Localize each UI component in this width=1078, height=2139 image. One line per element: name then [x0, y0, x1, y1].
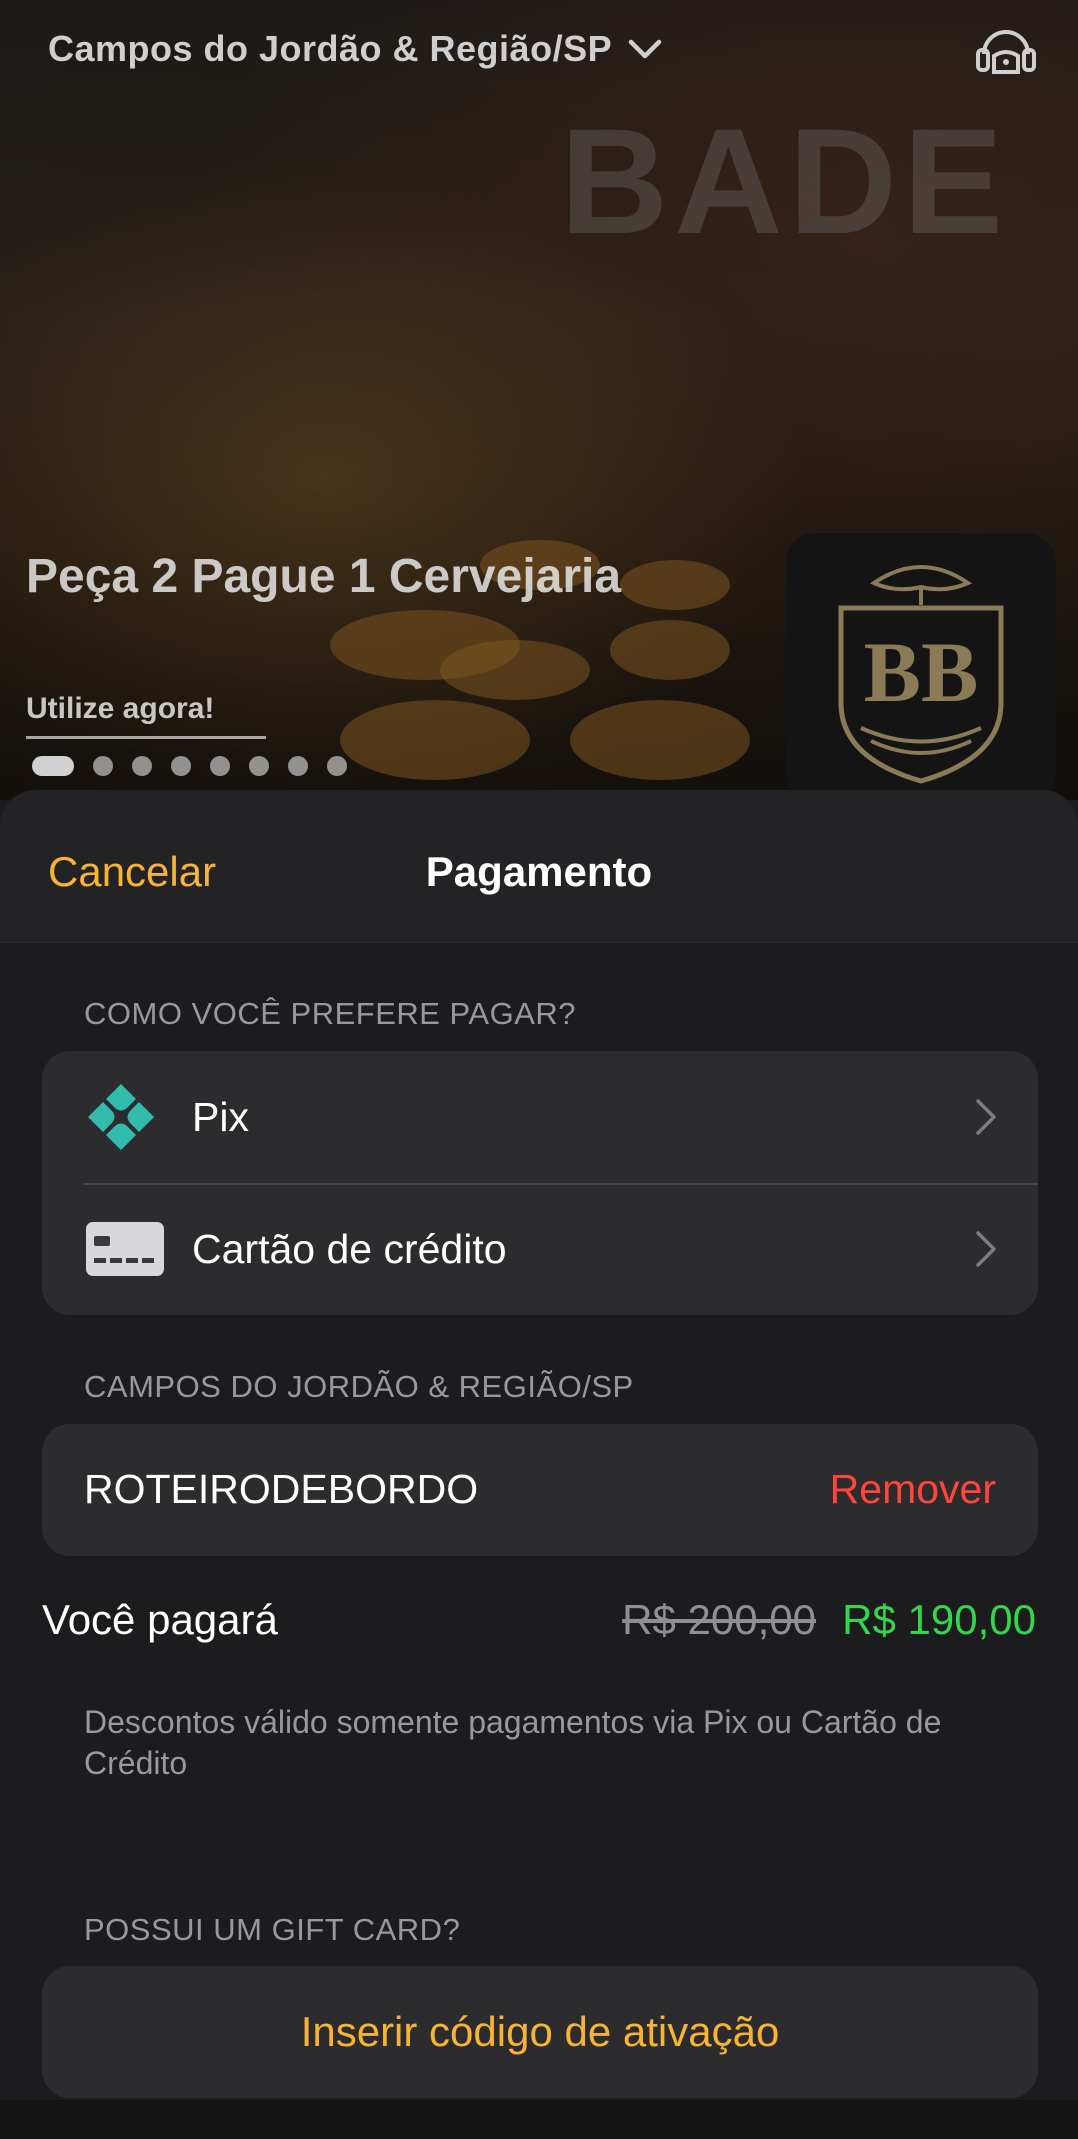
- coupon-section-label: CAMPOS DO JORDÃO & REGIÃO/SP: [84, 1369, 634, 1404]
- carousel-indicator: [32, 756, 347, 776]
- gift-card-section-label: POSSUI UM GIFT CARD?: [84, 1912, 461, 1947]
- promo-banner[interactable]: BADE Campos do Jordão & Região/SP Peça 2…: [0, 0, 1078, 800]
- payment-method-label: Pix: [192, 1093, 249, 1140]
- page-title: Pagamento: [425, 848, 653, 895]
- original-price: R$ 200,00: [622, 1596, 816, 1643]
- discounted-price: R$ 190,00: [842, 1596, 1036, 1643]
- promo-title: Peça 2 Pague 1 Cervejaria: [26, 550, 622, 603]
- payment-methods-card: Pix Cartão de crédito: [42, 1051, 1038, 1315]
- carousel-dot: [132, 756, 152, 776]
- payment-section-label: COMO VOCÊ PREFERE PAGAR?: [84, 996, 577, 1031]
- carousel-dot: [327, 756, 347, 776]
- remove-coupon-button[interactable]: Remover: [830, 1466, 996, 1513]
- carousel-dot: [210, 756, 230, 776]
- row-divider: [84, 1183, 1038, 1185]
- carousel-dot: [32, 756, 74, 776]
- carousel-dot: [93, 756, 113, 776]
- sheet-header: Cancelar Pagamento: [0, 790, 1078, 943]
- coupon-card: ROTEIRODEBORDO Remover: [42, 1424, 1038, 1556]
- total-label: Você pagará: [42, 1596, 278, 1643]
- credit-card-icon: [86, 1222, 164, 1276]
- carousel-dot: [249, 756, 269, 776]
- payment-method-label: Cartão de crédito: [192, 1225, 507, 1272]
- chevron-down-icon: [628, 39, 662, 59]
- carousel-dot: [288, 756, 308, 776]
- insert-activation-code-button[interactable]: Inserir código de ativação: [42, 1966, 1038, 2098]
- promo-cta-link[interactable]: Utilize agora!: [26, 692, 266, 739]
- payment-method-pix[interactable]: Pix: [42, 1051, 1038, 1183]
- brewery-logo: BB: [786, 533, 1056, 800]
- headset-icon[interactable]: [974, 20, 1038, 80]
- brewery-crest-icon: BB: [838, 565, 1004, 784]
- payment-method-credit-card[interactable]: Cartão de crédito: [42, 1183, 1038, 1315]
- location-selector[interactable]: Campos do Jordão & Região/SP: [48, 28, 662, 70]
- chevron-right-icon: [976, 1099, 996, 1135]
- discount-disclaimer: Descontos válido somente pagamentos via …: [84, 1704, 942, 1781]
- location-label: Campos do Jordão & Região/SP: [48, 28, 613, 69]
- carousel-dot: [171, 756, 191, 776]
- bottom-safe-area: [0, 2100, 1078, 2139]
- chevron-right-icon: [976, 1231, 996, 1267]
- pix-icon: [88, 1084, 154, 1150]
- svg-text:BB: BB: [864, 624, 979, 720]
- coupon-code: ROTEIRODEBORDO: [84, 1466, 479, 1512]
